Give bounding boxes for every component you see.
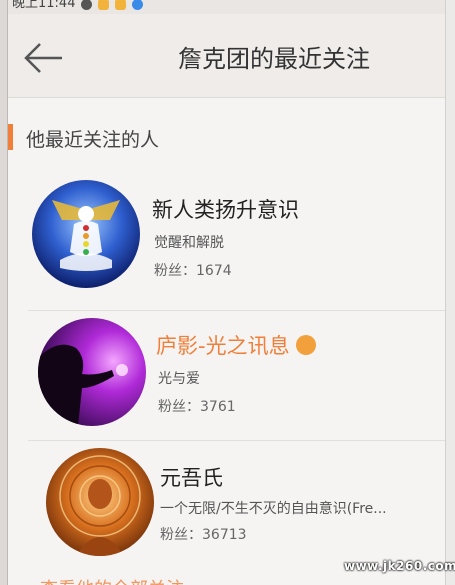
section-accent-bar: [8, 124, 13, 150]
user-description: 一个无限/不生不灭的自由意识(Fre...: [160, 501, 387, 517]
watermark: www.jk260.com: [344, 559, 455, 573]
app-icon: [132, 0, 144, 10]
back-button[interactable]: [22, 36, 66, 80]
list-item[interactable]: 庐影-光之讯息 光与爱 粉丝：3761: [8, 314, 445, 444]
nav-bar: 詹克团的最近关注: [8, 14, 445, 98]
photo-edge-left: [0, 0, 8, 585]
view-all-following-link[interactable]: 查看他的全部关注: [40, 575, 184, 585]
silhouette-icon: [38, 318, 146, 426]
mandala-figure-icon: [46, 448, 154, 556]
follower-count: 粉丝：36713: [160, 527, 247, 543]
section-header: 他最近关注的人: [8, 120, 445, 156]
list-item[interactable]: 元吾氏 一个无限/不生不灭的自由意识(Fre... 粉丝：36713: [8, 444, 445, 574]
avatar: [32, 180, 140, 288]
user-name: 庐影-光之讯息: [156, 330, 316, 360]
status-bar: 晚上11:44: [8, 0, 445, 14]
screen: 晚上11:44 詹克团的最近关注 他最近关注的人 新人类扬升意识 觉醒和解脱 粉…: [0, 0, 455, 585]
user-name: 元吾氏: [160, 466, 223, 490]
notification-icon: [115, 0, 127, 10]
user-name: 新人类扬升意识: [152, 198, 299, 222]
avatar: [38, 318, 146, 426]
user-description: 光与爱: [158, 371, 200, 387]
divider: [28, 310, 445, 311]
divider: [28, 440, 445, 441]
follower-count: 粉丝：3761: [158, 399, 236, 415]
photo-edge-right: [445, 0, 455, 585]
back-arrow-icon: [24, 43, 62, 73]
status-time: 晚上11:44: [12, 0, 76, 11]
vip-badge-icon: [295, 335, 316, 355]
meditation-figure-icon: [32, 180, 140, 288]
page-title: 詹克团的最近关注: [178, 45, 370, 73]
notification-icon: [98, 0, 110, 10]
following-section: 他最近关注的人 新人类扬升意识 觉醒和解脱 粉丝：1674 庐影-光之讯息 光与…: [8, 98, 445, 585]
avatar: [46, 448, 154, 556]
follower-count: 粉丝：1674: [154, 263, 232, 279]
list-item[interactable]: 新人类扬升意识 觉醒和解脱 粉丝：1674: [8, 178, 445, 308]
check-icon: [81, 0, 93, 10]
user-name-text: 庐影-光之讯息: [156, 334, 290, 358]
user-description: 觉醒和解脱: [154, 235, 224, 251]
section-title: 他最近关注的人: [26, 129, 160, 151]
